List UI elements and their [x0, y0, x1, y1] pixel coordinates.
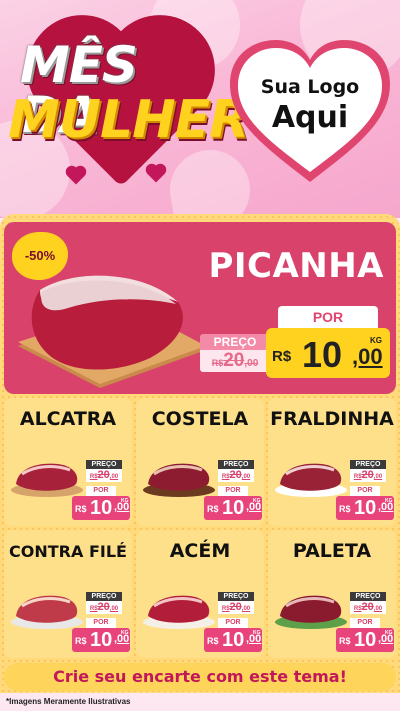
new-price: POR R$ 10 ,00 KG	[72, 618, 130, 652]
discount-text: -50%	[24, 248, 56, 263]
logo-text-line-1: Sua Logo	[260, 76, 360, 98]
product-name: PALETA	[292, 540, 372, 562]
new-price: POR R$ 10 ,00 KG	[336, 486, 394, 520]
old-price-label: PREÇO	[200, 334, 270, 350]
product-card[interactable]: ALCATRA PREÇO R$20,00 POR R$ 10 ,00 KG	[4, 398, 132, 526]
header-banner: MÊS DA MULHER Sua Logo Aqui	[0, 0, 400, 218]
old-price-value: R$20,00	[200, 350, 270, 372]
product-name: ACÉM	[169, 540, 231, 562]
footer-bar: *Imagens Meramente Ilustrativas	[0, 693, 400, 711]
campaign-title: MÊS DA MULHER	[6, 31, 249, 187]
old-price: PREÇO R$20,00	[86, 460, 122, 484]
featured-product-name: PICANHA	[208, 246, 384, 286]
new-price: POR R$ 10 ,00 KG	[336, 618, 394, 652]
featured-old-price: PREÇO R$20,00	[200, 334, 270, 372]
old-price: PREÇO R$20,00	[218, 460, 254, 484]
logo-placeholder[interactable]: Sua Logo Aqui	[226, 36, 394, 186]
product-card[interactable]: PALETA PREÇO R$20,00 POR R$ 10 ,00 KG	[268, 530, 396, 658]
new-price-label: POR	[278, 306, 378, 328]
new-price: POR R$ 10 ,00 KG	[204, 486, 262, 520]
discount-badge: -50%	[12, 232, 68, 280]
product-name: COSTELA	[151, 408, 249, 430]
old-price: PREÇO R$20,00	[350, 592, 386, 616]
product-card[interactable]: ACÉM PREÇO R$20,00 POR R$ 10 ,00 KG	[136, 530, 264, 658]
logo-text-line-2: Aqui	[271, 100, 349, 135]
new-price-value: R$ 10 ,00 KG	[266, 328, 390, 378]
title-line-2: MULHER	[8, 90, 249, 150]
flyer: MÊS DA MULHER Sua Logo Aqui -50% PICANHA…	[0, 0, 400, 711]
product-card[interactable]: COSTELA PREÇO R$20,00 POR R$ 10 ,00 KG	[136, 398, 264, 526]
old-price: PREÇO R$20,00	[350, 460, 386, 484]
old-price: PREÇO R$20,00	[218, 592, 254, 616]
old-price: PREÇO R$20,00	[86, 592, 122, 616]
product-card[interactable]: CONTRA FILÉ PREÇO R$20,00 POR R$ 10 ,00 …	[4, 530, 132, 658]
disclaimer-note: *Imagens Meramente Ilustrativas	[6, 697, 131, 706]
new-price: POR R$ 10 ,00 KG	[204, 618, 262, 652]
product-name: FRALDINHA	[270, 408, 394, 430]
cta-button[interactable]: Crie seu encarte com este tema!	[4, 663, 396, 691]
product-card[interactable]: FRALDINHA PREÇO R$20,00 POR R$ 10 ,00 KG	[268, 398, 396, 526]
product-name: ALCATRA	[19, 408, 117, 430]
new-price: POR R$ 10 ,00 KG	[72, 486, 130, 520]
product-name: CONTRA FILÉ	[9, 542, 127, 561]
